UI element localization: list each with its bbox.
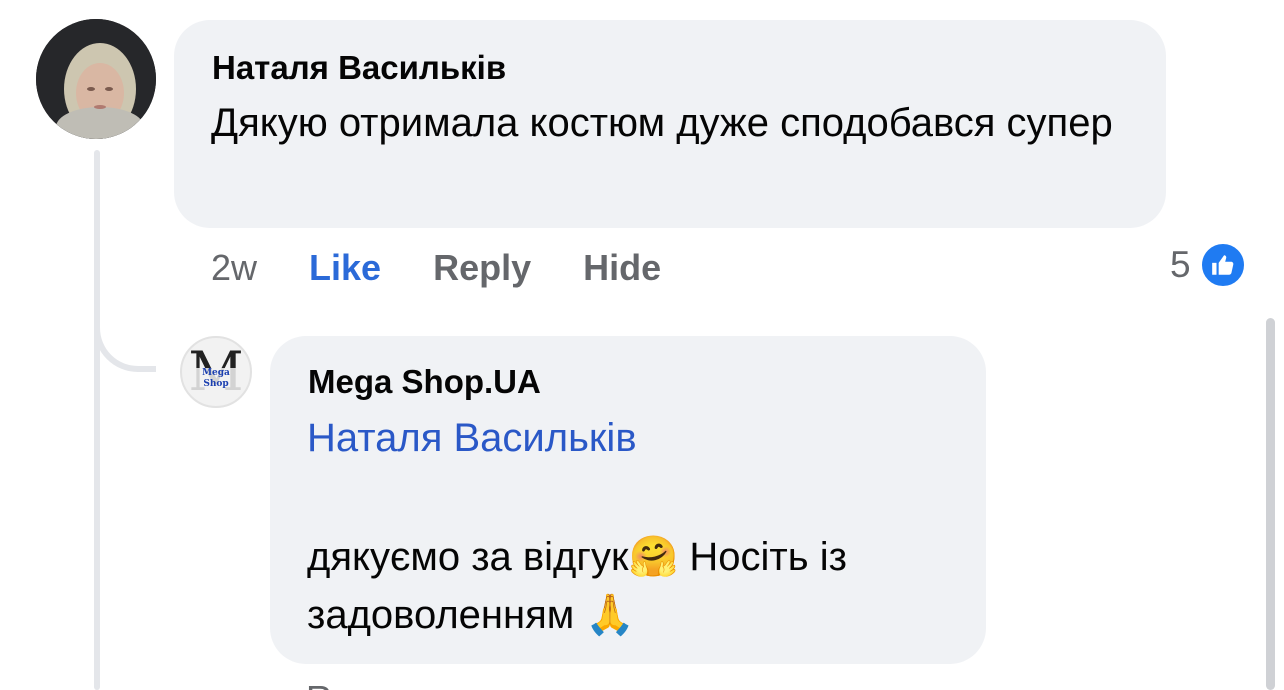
reply-bubble: Mega Shop.UA Наталя Васильків дякуємо за… (270, 336, 986, 664)
like-button[interactable]: Like (309, 247, 381, 289)
comment-text: Дякую отримала костюм дуже сподобався су… (211, 101, 1113, 145)
reaction-count: 5 (1170, 244, 1191, 285)
avatar-photo (36, 19, 156, 139)
comment-thread: Наталя Васильків Дякую отримала костюм д… (0, 0, 1284, 690)
thread-line (94, 150, 100, 690)
hugging-face-emoji: 🤗 (628, 534, 679, 580)
reactions-summary[interactable]: 5 (1170, 240, 1247, 290)
reply-text: дякуємо за відгук🤗 Носіть із задоволення… (307, 528, 977, 644)
comment-author-name[interactable]: Наталя Васильків (212, 48, 506, 88)
mention-link[interactable]: Наталя Васильків (307, 412, 637, 464)
reply-text-part1: дякуємо за відгук (307, 535, 629, 579)
page-avatar[interactable]: M Mega Shop (180, 336, 252, 408)
hide-button[interactable]: Hide (583, 247, 661, 289)
comment-bubble: Наталя Васильків Дякую отримала костюм д… (174, 20, 1166, 228)
thumbs-up-icon (1198, 241, 1247, 289)
partial-next-line: Re... (306, 681, 426, 690)
comment-actions: 2w Like Reply Hide (211, 246, 661, 290)
avatar-logo-tag: Mega Shop (191, 368, 241, 390)
folded-hands-emoji: 🙏 (585, 592, 636, 638)
reply-button[interactable]: Reply (433, 247, 531, 289)
partial-next-text: Re... (306, 681, 426, 690)
scrollbar[interactable] (1266, 318, 1275, 690)
comment-timestamp[interactable]: 2w (211, 247, 257, 289)
thread-connector (94, 300, 156, 372)
reply-author-name[interactable]: Mega Shop.UA (308, 362, 541, 402)
commenter-avatar[interactable] (36, 19, 156, 139)
